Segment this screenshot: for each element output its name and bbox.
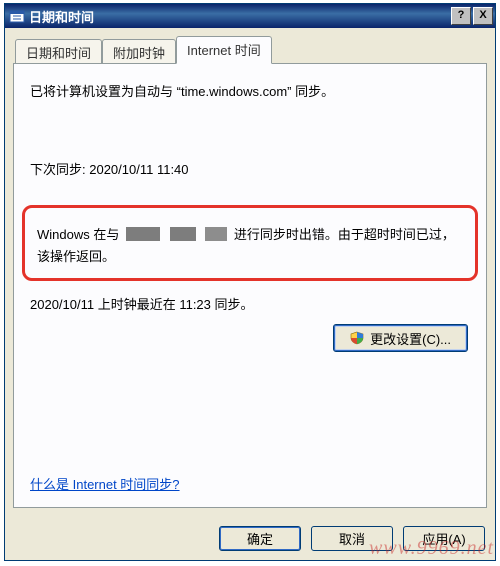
sync-status-line: 已将计算机设置为自动与 “time.windows.com” 同步。	[30, 82, 470, 102]
window-title: 日期和时间	[29, 7, 449, 26]
help-button[interactable]: ?	[451, 7, 471, 25]
change-settings-button[interactable]: 更改设置(C)...	[333, 324, 468, 352]
redacted-block	[205, 227, 227, 241]
apply-button[interactable]: 应用(A)	[403, 526, 485, 551]
dialog-window: 日期和时间 ? X 日期和时间 附加时钟 Internet 时间 已将计算机设置…	[4, 3, 496, 561]
uac-shield-icon	[350, 331, 364, 345]
what-is-internet-time-sync-link[interactable]: 什么是 Internet 时间同步?	[30, 477, 180, 492]
sync-status-suffix: ” 同步。	[287, 84, 334, 99]
tab-internet-time[interactable]: Internet 时间	[176, 36, 272, 64]
client-area: 日期和时间 附加时钟 Internet 时间 已将计算机设置为自动与 “time…	[5, 28, 495, 516]
sync-status-prefix: 已将计算机设置为自动与 “	[30, 84, 181, 99]
next-sync-line: 下次同步: 2020/10/11 11:40	[30, 160, 470, 180]
tab-additional-clocks[interactable]: 附加时钟	[102, 39, 176, 65]
change-settings-row: 更改设置(C)...	[333, 324, 468, 352]
ok-button[interactable]: 确定	[219, 526, 301, 551]
dialog-button-row: 确定 取消 应用(A)	[5, 516, 495, 560]
error-highlight-box: Windows 在与 进行同步时出错。由于超时时间已过，该操作返回。	[22, 205, 478, 281]
redacted-block	[170, 227, 196, 241]
last-sync-line: 2020/10/11 上时钟最近在 11:23 同步。	[30, 295, 470, 315]
sync-server-name: time.windows.com	[181, 84, 287, 99]
help-link-row: 什么是 Internet 时间同步?	[30, 454, 470, 493]
error-prefix: Windows 在与	[37, 227, 119, 242]
clock-icon	[9, 8, 25, 24]
tab-panel-internet-time: 已将计算机设置为自动与 “time.windows.com” 同步。 下次同步:…	[13, 63, 487, 508]
next-sync-label: 下次同步:	[30, 162, 89, 177]
next-sync-value: 2020/10/11 11:40	[89, 162, 188, 177]
redacted-block	[126, 227, 160, 241]
tab-strip: 日期和时间 附加时钟 Internet 时间	[13, 36, 487, 64]
titlebar: 日期和时间 ? X	[5, 4, 495, 28]
tab-datetime[interactable]: 日期和时间	[15, 39, 102, 65]
change-settings-label: 更改设置(C)...	[370, 329, 451, 348]
cancel-button[interactable]: 取消	[311, 526, 393, 551]
close-button[interactable]: X	[473, 7, 493, 25]
